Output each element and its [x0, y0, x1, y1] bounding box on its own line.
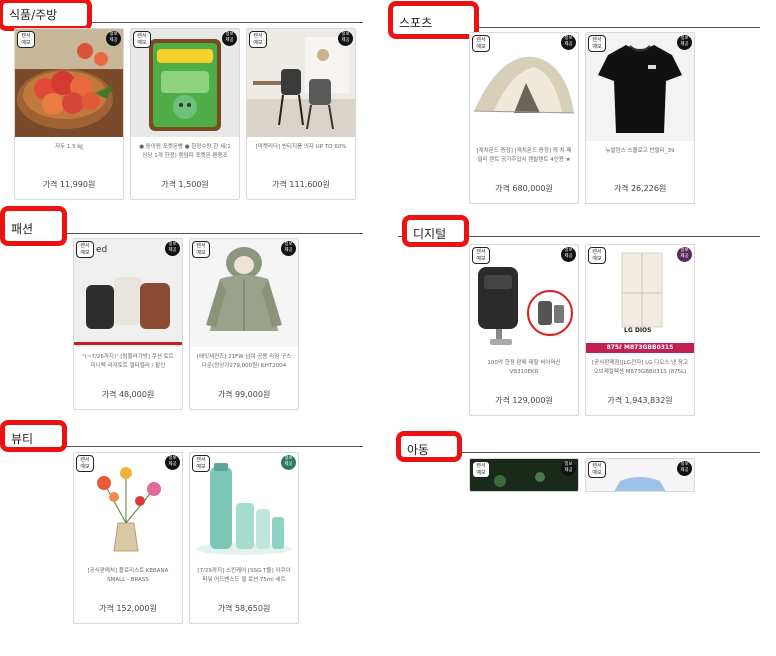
product-card[interactable]: 렌서 예보 정보 제공 ● 동아원 포켓몬빵 ● 한정수량 한 세(1인당 1개 한… [130, 28, 240, 200]
svg-text:ed: ed [96, 245, 107, 255]
info-badge-round: 정보 제공 [677, 247, 692, 262]
info-badge-round: 정보 제공 [677, 35, 692, 50]
product-desc[interactable]: [7/29까지] 스킨케어 [SSG T몰] 아쿠아 파워 어드밴스드 젤 로션… [196, 567, 292, 595]
product-price: 가격 26,226원 [613, 184, 667, 193]
info-badge-round: 정보 제공 [222, 31, 237, 46]
info-badge-round: 정보 제공 [677, 461, 692, 476]
product-card[interactable]: 렌서 예보 정보 제공 [공식판매처] 플로리스트 KEBANA SMALL - B… [73, 452, 183, 624]
product-desc[interactable]: [에잇세컨즈] 21FW 남여 공용 라임 구스 다운(정상가279,000원)… [196, 353, 292, 381]
product-card[interactable]: 렌서 예보 정보 제공 자두 1.5 ㎏ 가격 11,990원 [14, 28, 124, 200]
section-title-digital[interactable]: 디지털 [402, 215, 469, 247]
info-badge: 렌서 예보 [588, 247, 606, 264]
product-price: 가격 99,000원 [217, 390, 271, 399]
product-card[interactable]: 렌서 예보 정보 제공 100억 한정 판매 테팔 비어머신 VB310EKR 가격… [469, 244, 579, 416]
info-badge-round: 정보 제공 [561, 461, 576, 476]
product-price: 가격 11,990원 [42, 180, 96, 189]
product-card[interactable]: 렌서 예보 정보 제공 LG DIOS 875ℓ M873GBB031S [공식판매… [585, 244, 695, 416]
product-card[interactable]: 렌서 예보 정보 제공 [7/29까지] 스킨케어 [SSG T몰] 아쿠아 파워 … [189, 452, 299, 624]
product-desc[interactable]: [공식판매점][LG전자] LG 디오스 냉 장고 오브제컬렉션 M873GBB… [592, 359, 688, 387]
product-price: 가격 1,943,832원 [607, 396, 673, 405]
info-badge: 렌서 예보 [472, 461, 490, 478]
info-badge: 렌서 예보 [17, 31, 35, 48]
product-card[interactable]: 렌서 예보 정보 제공 [에잇세컨즈] 21FW 남여 공용 라임 구스 다운(정상… [189, 238, 299, 410]
info-badge: 렌서 예보 [192, 455, 210, 472]
product-desc[interactable]: [캐치몬드 증정] [캐치몬드 증정] 캐 치 패밀리 텐트 공기주입식 렌탈텐… [476, 147, 572, 175]
product-price: 가격 129,000원 [495, 396, 553, 405]
info-badge-round: 정보 제공 [106, 31, 121, 46]
product-desc[interactable]: ● 동아원 포켓몬빵 ● 한정수량 한 세(1인당 1개 한정) 랜덤띠 포켓몬… [137, 143, 233, 171]
info-badge-round: 정보 제공 [165, 241, 180, 256]
product-card[interactable]: 렌서 예보 정보 제공 [마켓리더] 빈티지풍 의자 UP TO 60% 가격 11… [246, 28, 356, 200]
product-card[interactable]: 렌서 예보 정보 제공 ed "(~7/26까지)" [텀블러가방] 쿠션 토트 미… [73, 238, 183, 410]
info-badge: 렌서 예보 [192, 241, 210, 258]
section-title-sports[interactable]: 스포츠 [388, 1, 479, 39]
info-badge: 렌서 예보 [588, 461, 606, 478]
product-price: 가격 48,000원 [101, 390, 155, 399]
info-badge-round: 정보 제공 [281, 455, 296, 470]
product-price: 가격 680,000원 [495, 184, 553, 193]
product-price: 가격 152,000원 [99, 604, 157, 613]
product-card[interactable]: 렌서 예보 정보 제공 [캐치몬드 증정] [캐치몬드 증정] 캐 치 패밀리 텐트… [469, 32, 579, 204]
product-desc[interactable]: 100억 한정 판매 테팔 비어머신 VB310EKR [476, 359, 572, 387]
product-price: 가격 58,650원 [217, 604, 271, 613]
info-badge: 렌서 예보 [76, 241, 94, 258]
product-desc[interactable]: 뉴발란스 스몰로고 반팔티_39 [592, 147, 688, 175]
product-card[interactable]: 렌서 예보 정보 제공 [585, 458, 695, 492]
info-badge-round: 정보 제공 [165, 455, 180, 470]
product-desc[interactable]: [공식판매처] 플로리스트 KEBANA SMALL - BRASS [80, 567, 176, 595]
info-badge: 렌서 예보 [472, 35, 490, 52]
product-desc[interactable]: 자두 1.5 ㎏ [21, 143, 117, 171]
info-badge: 렌서 예보 [133, 31, 151, 48]
info-badge-round: 정보 제공 [338, 31, 353, 46]
section-title-food[interactable]: 식품/주방 [0, 0, 92, 31]
section-title-beauty[interactable]: 뷰티 [0, 420, 67, 452]
info-badge: 렌서 예보 [472, 247, 490, 264]
info-badge: 렌서 예보 [249, 31, 267, 48]
product-card[interactable]: 렌서 예보 정보 제공 뉴발란스 스몰로고 반팔티_39 가격 26,226원 [585, 32, 695, 204]
product-desc[interactable]: [마켓리더] 빈티지풍 의자 UP TO 60% [253, 143, 349, 171]
product-price: 가격 111,600원 [272, 180, 330, 189]
product-price: 가격 1,500원 [161, 180, 209, 189]
section-title-fashion[interactable]: 패션 [0, 206, 67, 246]
info-badge-round: 정보 제공 [281, 241, 296, 256]
product-card[interactable]: 렌서 예보 정보 제공 [469, 458, 579, 492]
promo-banner: 875ℓ M873GBB031S [606, 344, 674, 351]
info-badge-round: 정보 제공 [561, 35, 576, 50]
info-badge: 렌서 예보 [588, 35, 606, 52]
info-badge: 렌서 예보 [76, 455, 94, 472]
brand-logo: LG DIOS [624, 327, 652, 334]
info-badge-round: 정보 제공 [561, 247, 576, 262]
product-desc[interactable]: "(~7/26까지)" [텀블러가방] 쿠션 토트 미니백 라지토트 멀티컬러 … [80, 353, 176, 381]
section-title-kids[interactable]: 아동 [396, 431, 462, 462]
